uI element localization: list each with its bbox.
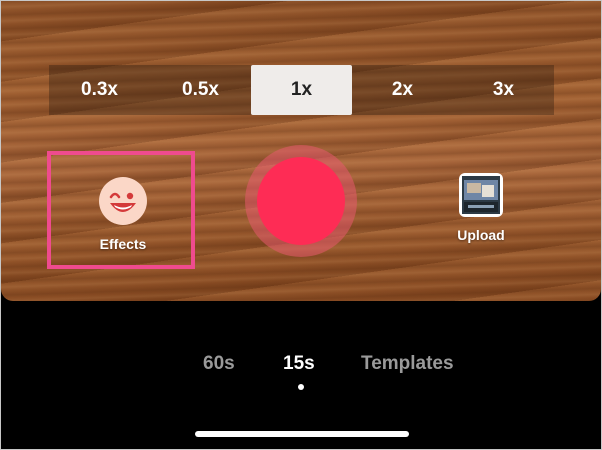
zoom-option-2x[interactable]: 2x <box>352 65 453 115</box>
gallery-thumbnail-image <box>462 176 500 214</box>
zoom-option-0-3x[interactable]: 0.3x <box>49 65 150 115</box>
winking-face-icon <box>99 177 147 225</box>
zoom-option-0-5x[interactable]: 0.5x <box>150 65 251 115</box>
active-mode-indicator <box>298 384 304 390</box>
gallery-thumbnail <box>459 173 503 217</box>
mode-templates[interactable]: Templates <box>361 353 454 375</box>
effects-label: Effects <box>99 236 147 252</box>
zoom-selector: 0.3x 0.5x 1x 2x 3x <box>49 65 554 115</box>
mode-60s[interactable]: 60s <box>203 353 235 375</box>
home-indicator[interactable] <box>195 431 409 437</box>
effects-button[interactable]: Effects <box>81 176 165 252</box>
record-button-core <box>257 157 345 245</box>
upload-label: Upload <box>457 227 505 243</box>
duration-mode-selector: 60s 15s Templates <box>1 353 601 383</box>
mode-15s[interactable]: 15s <box>283 353 315 375</box>
record-button[interactable] <box>245 145 357 257</box>
camera-screen: 0.3x 0.5x 1x 2x 3x Effects Upload 60s 15… <box>0 0 602 450</box>
camera-preview: 0.3x 0.5x 1x 2x 3x Effects Upload <box>1 1 601 301</box>
zoom-option-1x[interactable]: 1x <box>251 65 352 115</box>
upload-button[interactable]: Upload <box>447 173 515 243</box>
zoom-option-3x[interactable]: 3x <box>453 65 554 115</box>
